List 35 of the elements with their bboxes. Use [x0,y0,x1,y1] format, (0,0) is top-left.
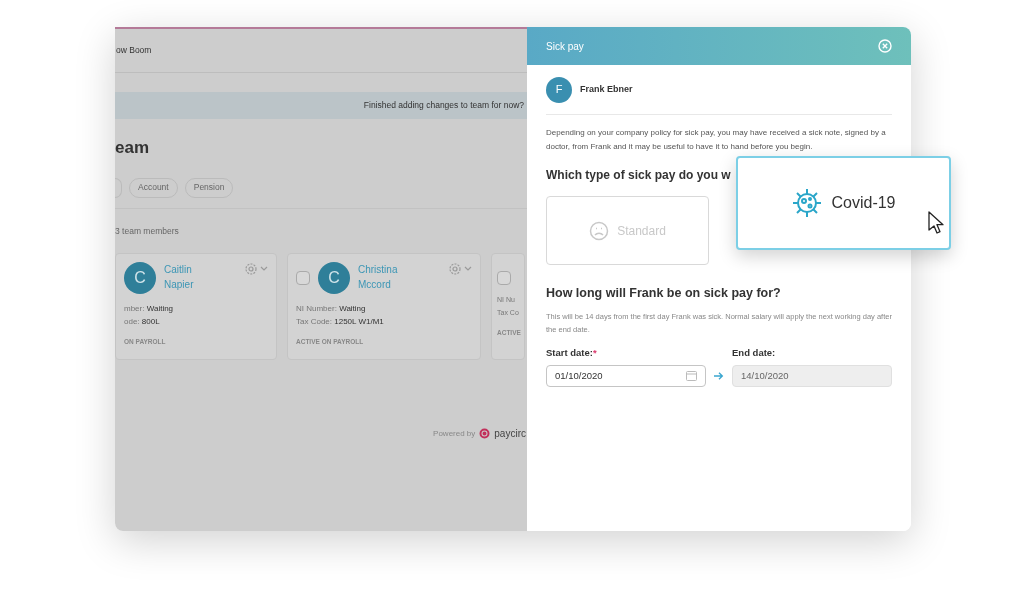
member-count: 3 team members [115,224,180,238]
member-name-link[interactable]: Caitlin Napier [164,262,236,293]
calendar-icon[interactable] [686,371,697,381]
tax-code-text: ode: 800L [124,316,161,329]
employee-name: Frank Ebner [580,82,633,96]
checkbox[interactable] [296,271,310,286]
sad-face-icon [589,220,610,241]
avatar: C [318,262,350,295]
powered-by-text: Powered by [433,427,476,440]
banner-text: Finished adding changes to team for now? [363,99,524,112]
date-field[interactable]: 01/10/2020 [546,365,706,387]
intro-text: Depending on your company policy for sick pay, you may have received a sick note, signed by a doctor, from Frank and it may be useful to have it to hand before you begin. [546,127,887,153]
tax-code-text: Tax Code: 1250L W1/M1 [296,316,385,329]
sick-pay-type-option[interactable]: Covid-19 [736,156,951,250]
arrow-icon [714,371,724,381]
virus-icon [791,187,824,219]
close-icon[interactable] [878,39,892,53]
checkbox[interactable] [497,271,511,286]
company-name: ow Boom [116,44,152,57]
avatar: C [124,262,156,295]
duration-question: How long will Frank be on sick pay for? [546,285,782,302]
avatar: F [546,76,572,103]
gear-icon[interactable] [448,262,472,277]
page-heading: eam [115,137,151,159]
sick-pay-type-question: Which type of sick pay do you w [546,167,732,184]
cursor-icon [928,211,944,235]
date-label: End date: [732,345,777,360]
logo-text: paycirc [494,427,526,442]
ni-number-text: mber: Waiting [124,303,175,316]
logo-icon [479,428,491,440]
gear-icon[interactable] [244,262,268,277]
date-label: Start date:* [546,345,598,360]
ni-number-text: NI Number: Waiting [296,303,367,316]
panel-title: Sick pay [546,39,584,54]
member-name-link[interactable]: Christina Mccord [358,262,440,293]
